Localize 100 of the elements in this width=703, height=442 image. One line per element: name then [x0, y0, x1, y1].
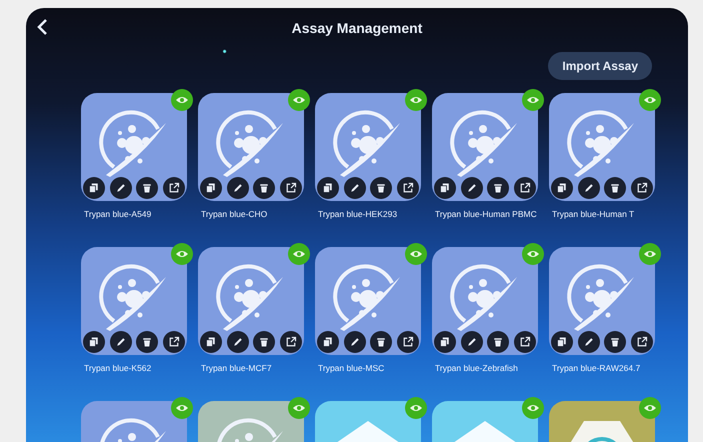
copy-button[interactable]: [83, 331, 105, 353]
copy-icon: [439, 182, 451, 194]
external-link-button[interactable]: [396, 331, 419, 353]
assay-tile[interactable]: [432, 93, 538, 201]
copy-icon: [205, 336, 217, 348]
trash-button[interactable]: [253, 331, 276, 353]
back-icon: [36, 18, 48, 36]
external-link-icon: [518, 182, 531, 194]
assay-tile[interactable]: [315, 247, 421, 355]
pencil-button[interactable]: [578, 177, 600, 199]
external-link-icon: [518, 336, 531, 348]
eye-icon[interactable]: [171, 89, 193, 111]
pencil-icon: [348, 182, 361, 194]
assay-tile[interactable]: [549, 247, 655, 355]
copy-icon: [556, 336, 568, 348]
external-link-icon: [636, 336, 648, 348]
external-link-button[interactable]: [396, 177, 419, 199]
assay-tile[interactable]: [198, 93, 304, 201]
external-link-icon: [168, 182, 180, 194]
assay-name: Trypan blue-RAW264.7: [551, 363, 642, 375]
assay-name: Trypan blue-MSC: [317, 363, 386, 375]
trash-button[interactable]: [370, 177, 392, 199]
external-link-icon: [402, 182, 414, 194]
page-title: Assay Management: [290, 20, 424, 36]
pencil-button[interactable]: [460, 177, 483, 199]
assay-name: Trypan blue-A549: [83, 209, 152, 221]
external-link-icon: [402, 336, 414, 348]
trash-icon: [609, 182, 622, 194]
trash-icon: [258, 182, 270, 194]
external-link-button[interactable]: [280, 331, 302, 353]
copy-button[interactable]: [434, 331, 456, 353]
copy-button[interactable]: [551, 177, 573, 199]
assay-name: Trypan blue-Human PBMC: [434, 209, 538, 221]
external-link-button[interactable]: [514, 177, 536, 199]
assay-name: Trypan blue-HEK293: [317, 209, 398, 221]
pencil-icon: [114, 336, 127, 348]
trash-button[interactable]: [487, 177, 510, 199]
external-link-button[interactable]: [280, 177, 302, 199]
assay-name: Trypan blue-Human T: [551, 209, 636, 221]
copy-button[interactable]: [434, 177, 456, 199]
copy-button[interactable]: [200, 331, 222, 353]
external-link-button[interactable]: [514, 331, 536, 353]
copy-icon: [322, 336, 334, 348]
external-link-icon: [636, 182, 648, 194]
assay-tile[interactable]: [432, 247, 538, 355]
pencil-button[interactable]: [110, 177, 132, 199]
copy-button[interactable]: [551, 331, 573, 353]
trash-button[interactable]: [136, 331, 158, 353]
eye-icon[interactable]: [171, 243, 193, 265]
external-link-icon: [284, 336, 297, 348]
pencil-button[interactable]: [226, 331, 249, 353]
trash-button[interactable]: [253, 177, 276, 199]
trash-button[interactable]: [370, 331, 392, 353]
copy-button[interactable]: [83, 177, 105, 199]
copy-button[interactable]: [317, 177, 339, 199]
eye-icon[interactable]: [405, 89, 427, 111]
trash-icon: [492, 336, 504, 348]
pencil-icon: [114, 182, 127, 194]
assay-name: Trypan blue-MCF7: [200, 363, 273, 375]
assay-tile[interactable]: [81, 93, 187, 201]
pencil-button[interactable]: [460, 331, 483, 353]
trash-button[interactable]: [136, 177, 158, 199]
assay-tile[interactable]: [315, 93, 421, 201]
assay-tile[interactable]: [81, 247, 187, 355]
assay-name: Trypan blue-K562: [83, 363, 152, 375]
assay-tile[interactable]: [198, 247, 304, 355]
trash-button[interactable]: [487, 331, 510, 353]
external-link-button[interactable]: [630, 177, 653, 199]
trash-icon: [375, 336, 388, 348]
pencil-button[interactable]: [344, 331, 366, 353]
assay-tile[interactable]: [549, 93, 655, 201]
eye-icon[interactable]: [522, 243, 544, 265]
trash-icon: [609, 336, 622, 348]
external-link-button[interactable]: [630, 331, 653, 353]
copy-icon: [205, 182, 217, 194]
eye-icon[interactable]: [288, 243, 310, 265]
eye-icon[interactable]: [405, 243, 427, 265]
copy-button[interactable]: [200, 177, 222, 199]
pencil-button[interactable]: [344, 177, 366, 199]
trash-icon: [141, 182, 154, 194]
pencil-button[interactable]: [110, 331, 132, 353]
pencil-button[interactable]: [578, 331, 600, 353]
pencil-icon: [232, 182, 244, 194]
trash-button[interactable]: [604, 177, 626, 199]
import-assay-button[interactable]: Import Assay: [548, 52, 652, 80]
copy-icon: [556, 182, 568, 194]
trash-button[interactable]: [604, 331, 626, 353]
pencil-icon: [466, 336, 478, 348]
copy-button[interactable]: [317, 331, 339, 353]
trash-icon: [492, 182, 504, 194]
pencil-button[interactable]: [226, 177, 249, 199]
external-link-button[interactable]: [162, 177, 185, 199]
external-link-button[interactable]: [162, 331, 185, 353]
eye-icon[interactable]: [288, 89, 310, 111]
eye-icon[interactable]: [522, 89, 544, 111]
external-link-icon: [168, 336, 180, 348]
pencil-icon: [466, 182, 478, 194]
eye-icon[interactable]: [639, 89, 661, 111]
eye-icon[interactable]: [639, 243, 661, 265]
trash-icon: [258, 336, 270, 348]
